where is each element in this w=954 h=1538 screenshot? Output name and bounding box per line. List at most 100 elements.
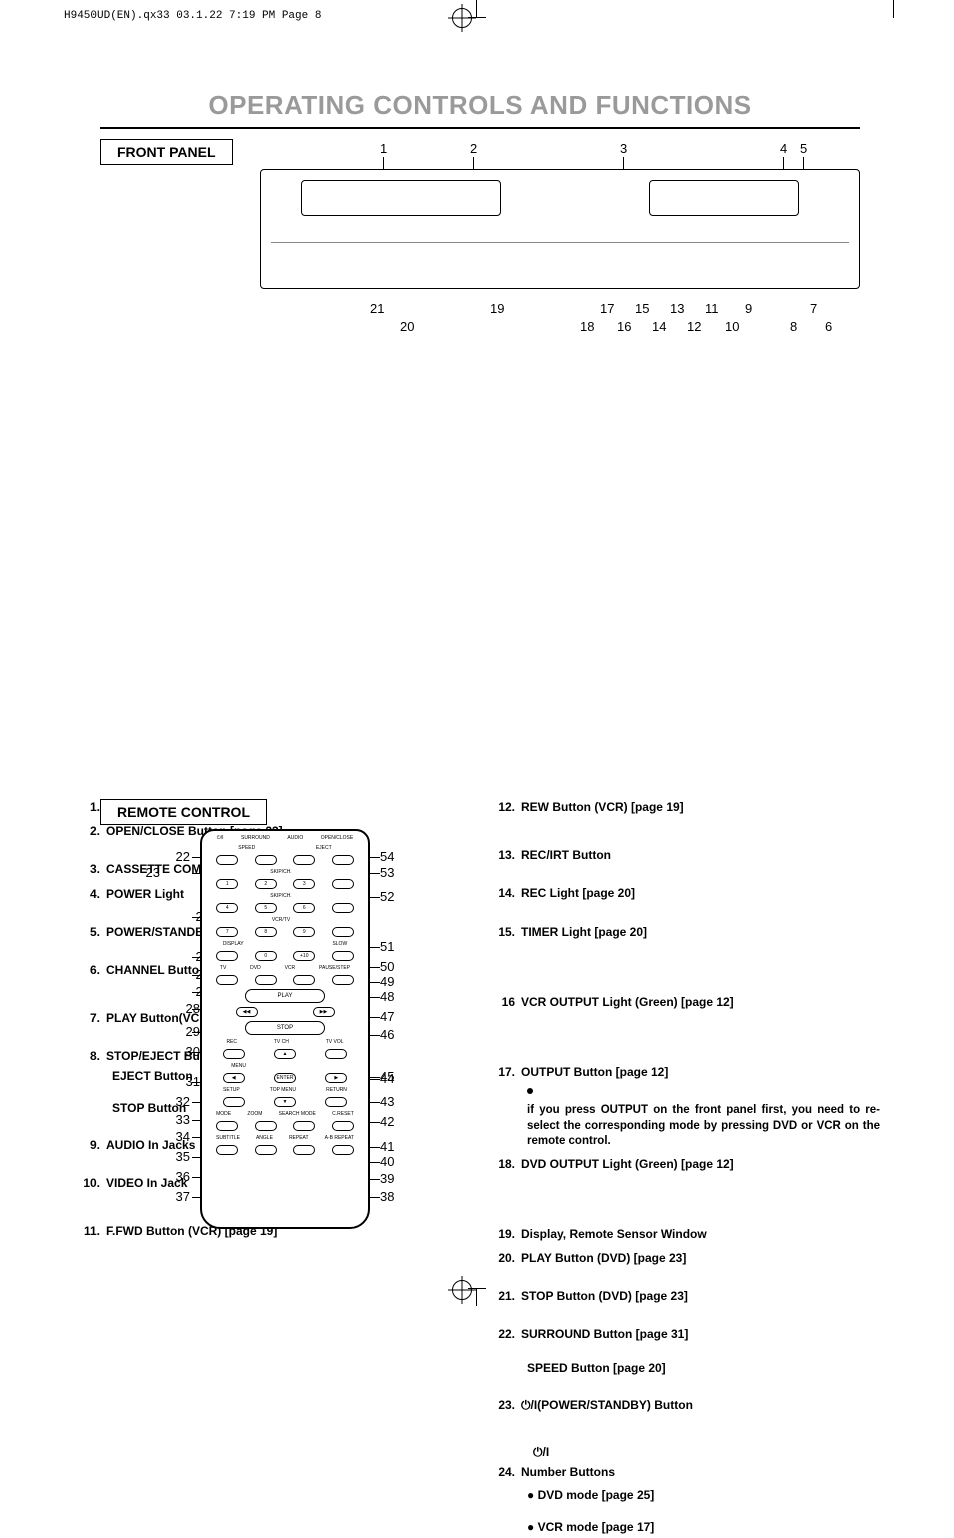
remote-lbl: AUDIO bbox=[287, 835, 303, 841]
cassette-slot-icon bbox=[649, 180, 799, 216]
callout: 32 bbox=[150, 1094, 190, 1109]
page-title: OPERATING CONTROLS AND FUNCTIONS bbox=[80, 90, 880, 121]
remote-lbl-vcrtv: VCR/TV bbox=[202, 917, 360, 923]
callout: 41 bbox=[380, 1139, 394, 1154]
title-underline bbox=[100, 127, 860, 129]
callout: 53 bbox=[380, 865, 394, 880]
callout: 22 bbox=[150, 849, 190, 864]
item-number: 7. bbox=[80, 1010, 106, 1026]
callout: 51 bbox=[380, 939, 394, 954]
remote-btn bbox=[216, 1121, 238, 1131]
front-panel-label: FRONT PANEL bbox=[100, 139, 233, 165]
registration-mark-icon bbox=[452, 8, 472, 28]
item-text: SURROUND Button [page 31] bbox=[521, 1326, 688, 1342]
remote-lbl: C.RESET bbox=[332, 1111, 354, 1117]
list-item: 17.OUTPUT Button [page 12] bbox=[495, 1064, 880, 1080]
bullet-item: DVD mode [page 25] bbox=[527, 1488, 880, 1502]
item-number: 22. bbox=[495, 1326, 521, 1342]
remote-btn-stop: STOP bbox=[245, 1021, 325, 1035]
callout: 2 bbox=[470, 141, 477, 156]
remote-lbl: TV VOL bbox=[326, 1039, 344, 1045]
remote-btn bbox=[293, 1121, 315, 1131]
remote-btn-1: 1 bbox=[216, 879, 238, 889]
remote-btn bbox=[255, 1145, 277, 1155]
callout: 1 bbox=[380, 141, 387, 156]
callout: 8 bbox=[790, 319, 797, 334]
callout: 54 bbox=[380, 849, 394, 864]
item-number: 6. bbox=[80, 962, 106, 978]
callout: 19 bbox=[490, 301, 504, 316]
remote-lbl-pause: PAUSE/STEP bbox=[319, 965, 350, 971]
item-number: 2. bbox=[80, 823, 106, 839]
remote-btn bbox=[332, 927, 354, 937]
remote-lbl-dvd: DVD bbox=[250, 965, 261, 971]
remote-btn bbox=[332, 975, 354, 985]
item-number: 16 bbox=[495, 994, 521, 1010]
item-text: Number Buttons bbox=[521, 1464, 615, 1480]
list-item: 24.Number Buttons bbox=[495, 1464, 880, 1480]
item-number: 19. bbox=[495, 1226, 521, 1242]
list-item: 20.PLAY Button (DVD) [page 23] bbox=[495, 1250, 880, 1266]
remote-btn-play: PLAY bbox=[245, 989, 325, 1003]
callout: 34 bbox=[150, 1129, 190, 1144]
callout: 35 bbox=[150, 1149, 190, 1164]
callout: 11 bbox=[705, 301, 719, 316]
remote-control-section: REMOTE CONTROL 2223242526272829303132333… bbox=[80, 799, 880, 1538]
item-text: POWER Light bbox=[106, 886, 184, 902]
remote-lbl: EJECT bbox=[316, 845, 332, 851]
item-text: REW Button (VCR) [page 19] bbox=[521, 799, 684, 815]
callout: 12 bbox=[687, 319, 701, 334]
item-text: PLAY Button (DVD) [page 23] bbox=[521, 1250, 686, 1266]
remote-btn bbox=[332, 951, 354, 961]
remote-btn-8: 8 bbox=[255, 927, 277, 937]
item-text: ⏻/I(POWER/STANDBY) Button bbox=[521, 1397, 693, 1413]
right-column: 12.REW Button (VCR) [page 19]13.REC/IRT … bbox=[495, 799, 880, 1538]
power-symbol: ⏻/I bbox=[533, 1445, 880, 1460]
remote-btn bbox=[332, 879, 354, 889]
callout: 18 bbox=[580, 319, 594, 334]
remote-control-label: REMOTE CONTROL bbox=[100, 799, 267, 825]
remote-lbl-searchmode: SEARCH MODE bbox=[279, 1111, 316, 1117]
callout: 15 bbox=[635, 301, 649, 316]
crop-mark bbox=[476, 0, 477, 18]
remote-btn: ▶ bbox=[325, 1073, 347, 1083]
remote-btn: ▲ bbox=[274, 1049, 296, 1059]
callout: 44 bbox=[380, 1071, 394, 1086]
remote-lbl-return: RETURN bbox=[326, 1087, 347, 1093]
callout: 3 bbox=[620, 141, 627, 156]
callout: 14 bbox=[652, 319, 666, 334]
remote-btn bbox=[216, 975, 238, 985]
list-item: 18.DVD OUTPUT Light (Green) [page 12] bbox=[495, 1156, 880, 1172]
item-number: 9. bbox=[80, 1137, 106, 1153]
remote-lbl-topmenu: TOP MENU bbox=[270, 1087, 296, 1093]
callout: 37 bbox=[150, 1189, 190, 1204]
item-number: 24. bbox=[495, 1464, 521, 1480]
sub-item: SPEED Button [page 20] bbox=[527, 1361, 880, 1375]
remote-lbl-mode: MODE bbox=[216, 1111, 231, 1117]
list-item: 16VCR OUTPUT Light (Green) [page 12] bbox=[495, 994, 880, 1010]
remote-lbl-menu: MENU bbox=[231, 1063, 246, 1069]
remote-btn-0: 0 bbox=[255, 951, 277, 961]
callout: 16 bbox=[617, 319, 631, 334]
remote-btn bbox=[332, 903, 354, 913]
callout: 49 bbox=[380, 974, 394, 989]
remote-btn: ▼ bbox=[274, 1097, 296, 1107]
remote-lbl-abrepeat: A-B REPEAT bbox=[325, 1135, 354, 1141]
callout: 10 bbox=[725, 319, 739, 334]
callout: 36 bbox=[150, 1169, 190, 1184]
item-number: 5. bbox=[80, 924, 106, 940]
remote-lbl: TV bbox=[220, 965, 226, 971]
item-number: 8. bbox=[80, 1048, 106, 1064]
remote-btn bbox=[332, 1145, 354, 1155]
item-number: 15. bbox=[495, 924, 521, 940]
remote-btn bbox=[325, 1049, 347, 1059]
remote-lbl-skip: SKIP/CH. bbox=[202, 893, 360, 899]
remote-lbl-rec: REC bbox=[226, 1039, 237, 1045]
callout: 39 bbox=[380, 1171, 394, 1186]
remote-btn-5: 5 bbox=[255, 903, 277, 913]
remote-btn bbox=[325, 1097, 347, 1107]
crop-mark bbox=[893, 0, 894, 18]
item-text: VCR OUTPUT Light (Green) [page 12] bbox=[521, 994, 734, 1010]
remote-btn bbox=[216, 951, 238, 961]
item-number: 12. bbox=[495, 799, 521, 815]
